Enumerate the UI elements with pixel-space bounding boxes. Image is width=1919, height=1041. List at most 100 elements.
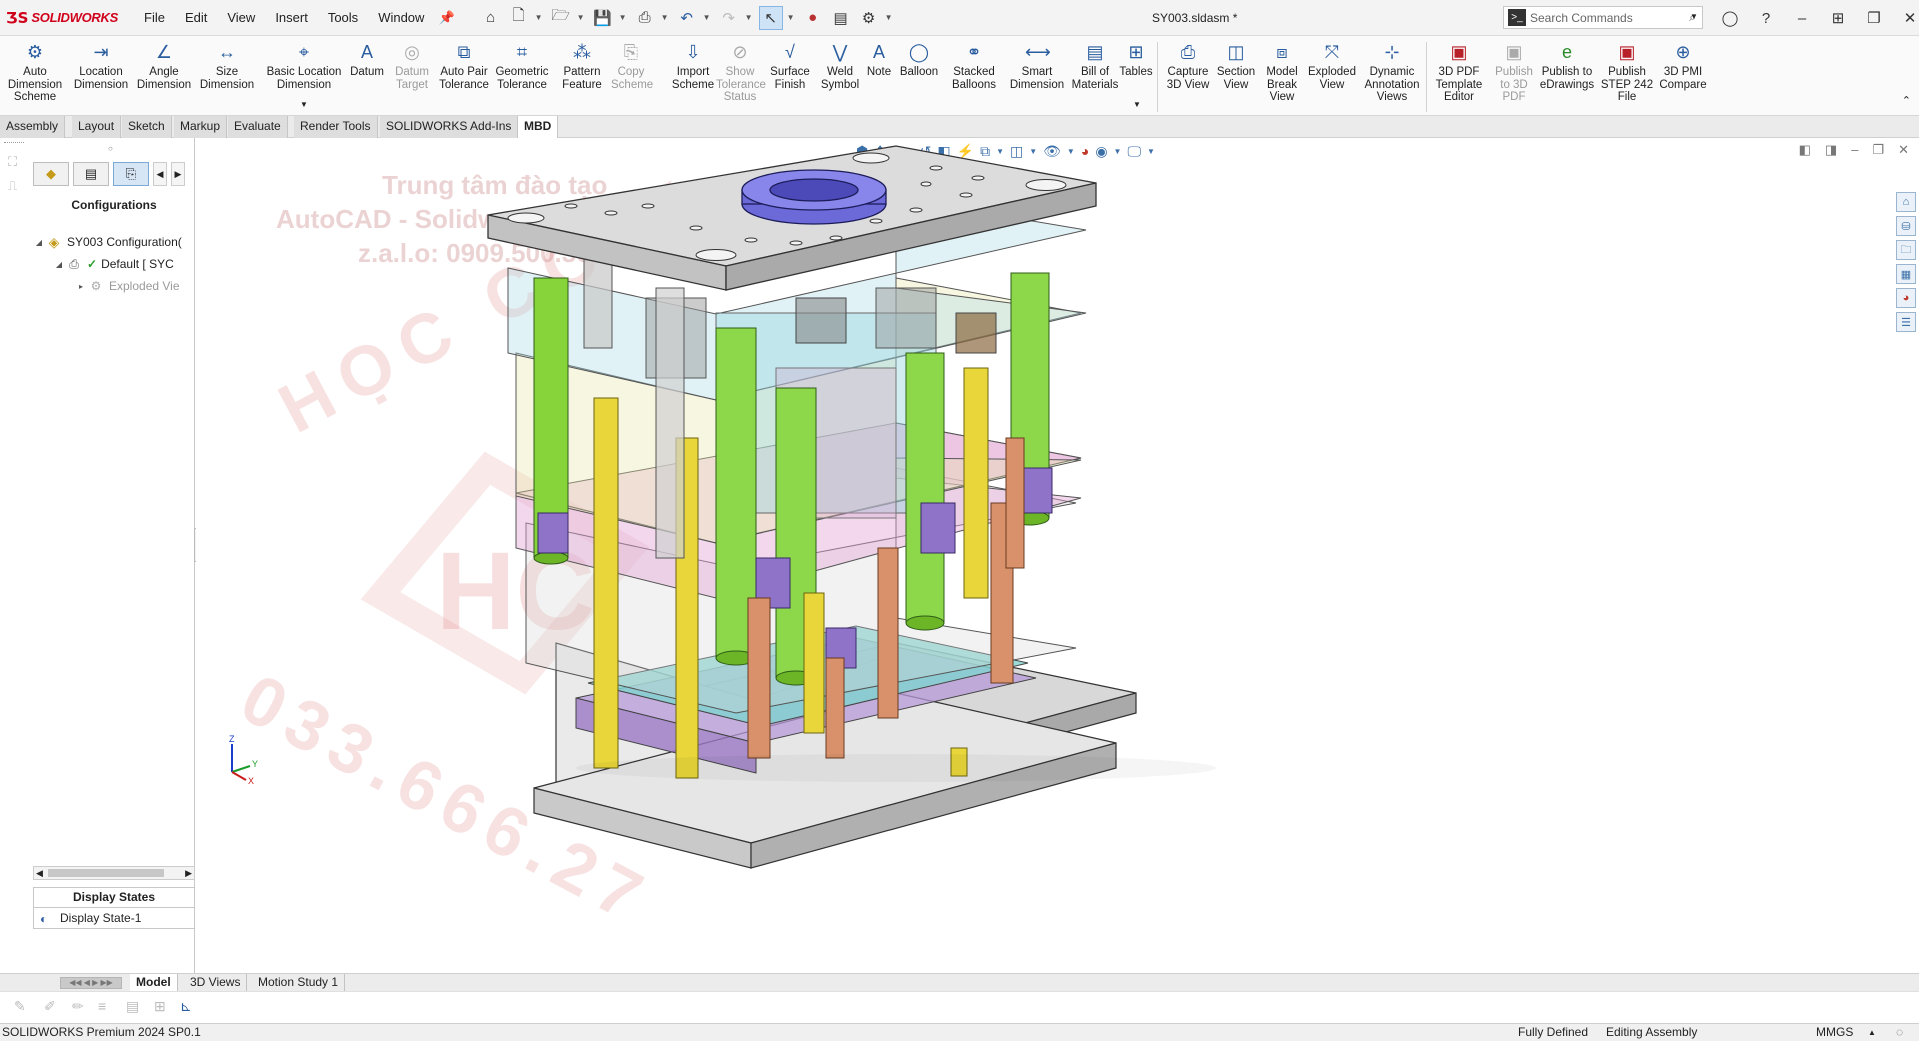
tab-render-tools[interactable]: Render Tools	[294, 116, 378, 138]
search-dropdown-icon[interactable]: ▼	[1690, 12, 1698, 21]
panel-horizontal-scrollbar[interactable]: ◀ ▶	[33, 866, 195, 880]
toolbar-tool-icon[interactable]: ✐	[44, 998, 56, 1015]
toolbar-tool-icon[interactable]: ✏	[72, 998, 84, 1015]
ribbon-button-dynamic-annotation[interactable]: ⊹ Dynamic Annotation Views	[1359, 40, 1425, 104]
redo-icon[interactable]: ↷	[717, 6, 741, 30]
collapse-ribbon-icon[interactable]: ⌃	[1902, 94, 1911, 107]
menu-edit[interactable]: Edit	[175, 0, 217, 36]
ribbon-button-stacked-balloons[interactable]: ⚭ Stacked Balloons	[943, 40, 1005, 91]
menu-window[interactable]: Window	[368, 0, 434, 36]
panel-collapse-handle[interactable]: ○	[108, 144, 113, 153]
close-icon[interactable]: ✕	[1892, 9, 1919, 27]
ribbon-button-pattern-feature[interactable]: ⁂ Pattern Feature	[553, 40, 611, 91]
tree-item-exploded-view[interactable]: ▸ ⚙ Exploded Vie	[33, 275, 195, 297]
ribbon-button-auto-pair[interactable]: ⧉ Auto Pair Tolerance	[436, 40, 492, 91]
open-folder-icon[interactable]: 🗁	[549, 6, 573, 30]
tab-model[interactable]: Model	[130, 974, 178, 992]
expand-arrow-icon[interactable]: ▸	[75, 282, 87, 291]
save-icon[interactable]: 💾	[591, 6, 615, 30]
open-dropdown[interactable]: ▼	[577, 13, 587, 22]
toolbar-tool-icon[interactable]: ≡	[98, 998, 106, 1014]
axis-triad-icon[interactable]: ⊾	[180, 998, 192, 1015]
tab-scroll-right-icon[interactable]: ▶	[171, 162, 185, 186]
filter-icon[interactable]: ⛶	[8, 154, 17, 170]
collapse-arrow-icon[interactable]: ◢	[33, 238, 45, 247]
tree-item-default-config[interactable]: ◢ ⎙ ✓ Default [ SYC	[33, 253, 195, 275]
tab-assembly[interactable]: Assembly	[0, 116, 66, 138]
ribbon-button-smart-dimension[interactable]: ⟷ Smart Dimension	[1009, 40, 1065, 91]
ribbon-button-balloon[interactable]: ◯ Balloon	[897, 40, 941, 79]
toolbar-tool-icon[interactable]: ▤	[126, 998, 139, 1015]
ribbon-button-exploded-view[interactable]: ⤧ Exploded View	[1304, 40, 1360, 91]
ribbon-button-size-dimension[interactable]: ↔ Size Dimension	[195, 40, 259, 91]
help-icon[interactable]: ?	[1748, 10, 1784, 27]
ribbon-button-datum-target[interactable]: ◎ Datum Target	[392, 40, 432, 91]
menu-tools[interactable]: Tools	[318, 0, 368, 36]
tab-scroll-left-icon[interactable]: ◀	[153, 162, 167, 186]
units-up-arrow-icon[interactable]: ▲	[1868, 1024, 1876, 1041]
undo-icon[interactable]: ↶	[675, 6, 699, 30]
ribbon-button-datum[interactable]: A Datum	[347, 40, 387, 79]
tab-motion-study[interactable]: Motion Study 1	[252, 974, 346, 992]
ribbon-button-section-view[interactable]: ◫ Section View	[1213, 40, 1259, 91]
menu-file[interactable]: File	[134, 0, 175, 36]
graphics-area[interactable]: Trung tâm đào tạo AutoCAD - Solidworks -…	[196, 138, 1919, 973]
tab-sketch[interactable]: Sketch	[122, 116, 172, 138]
ribbon-button-angle-dimension[interactable]: ∠ Angle Dimension	[133, 40, 195, 91]
ribbon-button-note[interactable]: A Note	[861, 40, 897, 79]
tab-markup[interactable]: Markup	[174, 116, 228, 138]
status-message-icon[interactable]: ◌	[1896, 1024, 1903, 1041]
status-units[interactable]: MMGS	[1816, 1024, 1853, 1041]
property-manager-tab-icon[interactable]: ▤	[73, 162, 109, 186]
print-dropdown[interactable]: ▼	[661, 13, 671, 22]
ribbon-button-edrawings[interactable]: e Publish to eDrawings	[1536, 40, 1598, 91]
ribbon-button-pmi-compare[interactable]: ⊕ 3D PMI Compare	[1652, 40, 1714, 91]
toolbar-tool-icon[interactable]: ✎	[14, 998, 26, 1015]
ribbon-button-pdf-template[interactable]: ▣ 3D PDF Template Editor	[1426, 40, 1492, 104]
ribbon-button-location-dimension[interactable]: ⇥ Location Dimension	[69, 40, 133, 91]
tab-solidworks-add-ins[interactable]: SOLIDWORKS Add-Ins	[380, 116, 519, 138]
traffic-light-icon[interactable]: ●	[801, 6, 825, 30]
home-icon[interactable]: ⌂	[479, 6, 503, 30]
tree-item-configuration-root[interactable]: ◢ ◈ SY003 Configuration(	[33, 231, 195, 253]
select-dropdown[interactable]: ▼	[787, 13, 797, 22]
ribbon-button-surface-finish[interactable]: √ Surface Finish	[762, 40, 818, 91]
undo-dropdown[interactable]: ▼	[703, 13, 713, 22]
ribbon-button-copy-scheme[interactable]: ⎘ Copy Scheme	[611, 40, 653, 91]
ribbon-button-auto-dimension[interactable]: ⚙ Auto Dimension Scheme	[3, 40, 67, 104]
ribbon-button-import-scheme[interactable]: ⇩ Import Scheme	[665, 40, 721, 91]
ribbon-button-weld-symbol[interactable]: ⋁ Weld Symbol	[818, 40, 862, 91]
basic-location-dropdown-icon[interactable]: ▼	[300, 100, 308, 109]
print-icon[interactable]: ⎙	[633, 6, 657, 30]
ribbon-button-basic-location[interactable]: ⌖ Basic Location Dimension	[264, 40, 344, 91]
options-dropdown[interactable]: ▼	[885, 13, 895, 22]
ribbon-button-tables[interactable]: ⊞ Tables	[1116, 40, 1156, 79]
redo-dropdown[interactable]: ▼	[745, 13, 755, 22]
toolbar-tool-icon[interactable]: ⊞	[154, 998, 166, 1015]
ribbon-button-capture-3d-view[interactable]: ⎙ Capture 3D View	[1163, 40, 1213, 91]
search-input[interactable]: Search Commands	[1530, 11, 1633, 25]
new-document-icon[interactable]: 🗋	[507, 6, 531, 30]
ribbon-button-publish-3d-pdf[interactable]: ▣ Publish to 3D PDF	[1492, 40, 1536, 104]
tab-mbd[interactable]: MBD	[518, 116, 559, 138]
display-state-item[interactable]: ◐ Display State-1	[33, 907, 195, 929]
user-account-icon[interactable]: ◯	[1712, 9, 1748, 27]
tables-dropdown-icon[interactable]: ▼	[1133, 100, 1141, 109]
tab-3d-views[interactable]: 3D Views	[184, 974, 248, 992]
menu-view[interactable]: View	[217, 0, 265, 36]
new-dropdown[interactable]: ▼	[535, 13, 545, 22]
ribbon-button-model-break-view[interactable]: ⧈ Model Break View	[1260, 40, 1304, 104]
ribbon-button-tolerance-status[interactable]: ⊘ Show Tolerance Status	[716, 40, 766, 104]
mold-assembly-model[interactable]: Z Y X	[196, 138, 1919, 973]
tab-layout[interactable]: Layout	[72, 116, 122, 138]
configuration-manager-tab-icon[interactable]: ⎘	[113, 162, 149, 186]
ribbon-button-step-242[interactable]: ▣ Publish STEP 242 File	[1597, 40, 1657, 104]
menu-insert[interactable]: Insert	[265, 0, 318, 36]
scroll-left-icon[interactable]: ◀	[36, 867, 43, 879]
restore-icon[interactable]: ❐	[1856, 9, 1892, 27]
ribbon-button-bill-of-materials[interactable]: ▤ Bill of Materials	[1067, 40, 1123, 91]
ribbon-button-geometric-tolerance[interactable]: ⌗ Geometric Tolerance	[493, 40, 551, 91]
search-commands[interactable]: >_ Search Commands ⌕	[1503, 6, 1703, 29]
tab-evaluate[interactable]: Evaluate	[228, 116, 288, 138]
select-cursor-icon[interactable]: ↖	[758, 5, 783, 30]
